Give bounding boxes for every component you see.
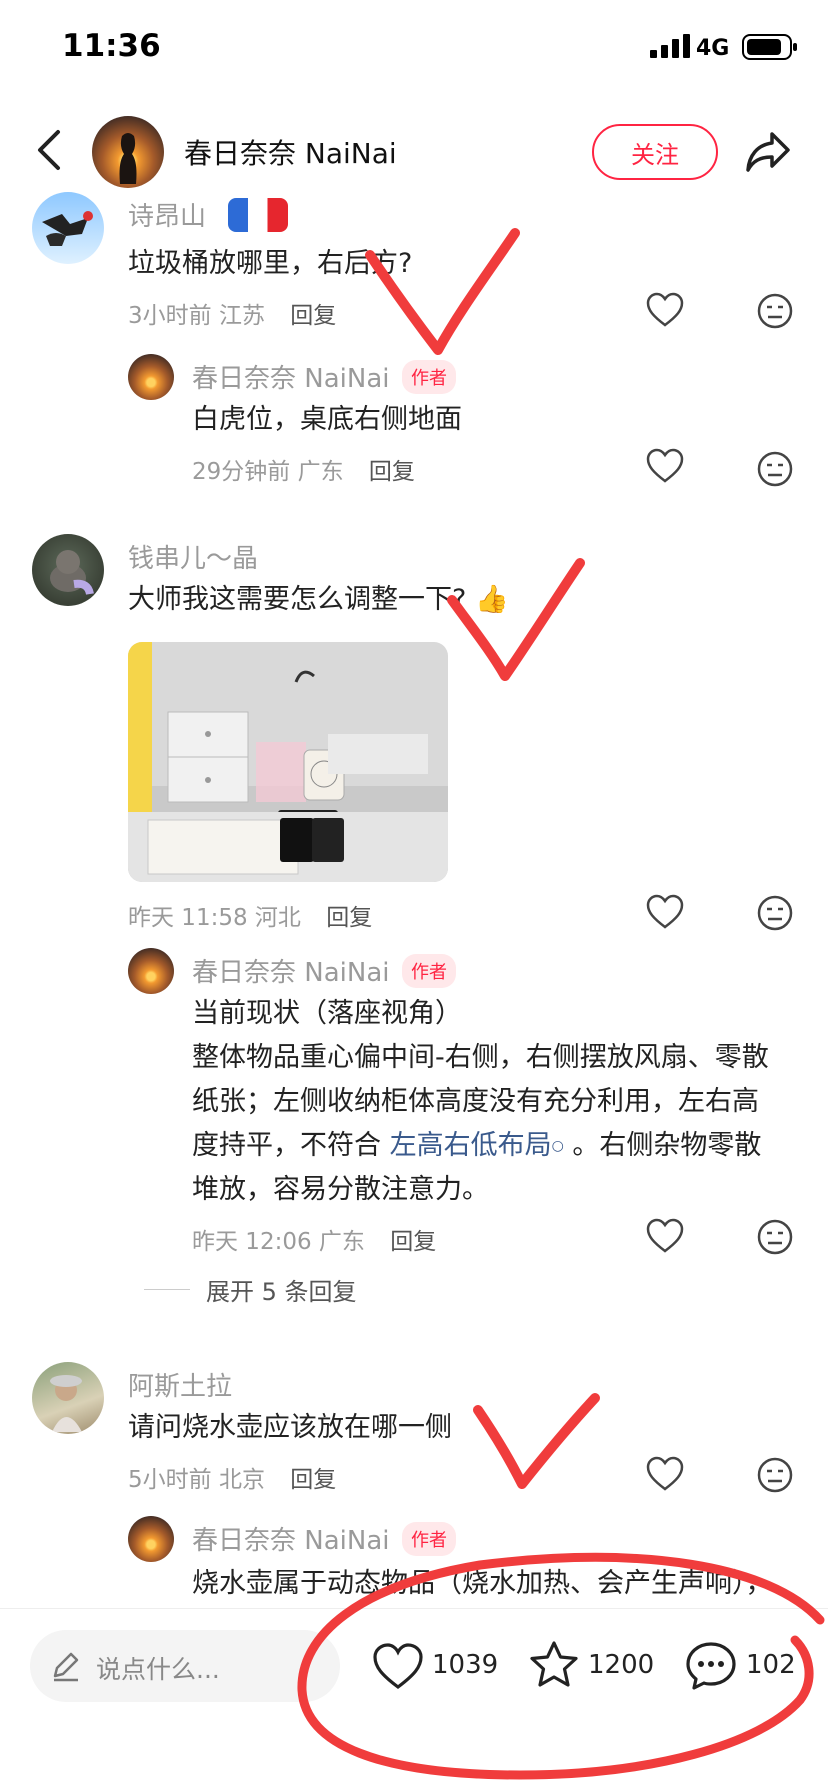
author-avatar-small[interactable] (128, 1516, 174, 1562)
reply-time: 昨天 12:06 (192, 1229, 312, 1255)
pencil-icon (53, 1652, 79, 1682)
user-flag-badge (228, 198, 288, 232)
comment-time: 昨天 11:58 (128, 905, 248, 931)
reply-username[interactable]: 春日奈奈 NaiNai (192, 358, 389, 395)
divider (144, 1289, 190, 1290)
dislike-icon[interactable] (756, 1218, 794, 1256)
comment-time: 5小时前 (128, 1467, 212, 1493)
commenter-avatar[interactable] (32, 534, 104, 606)
author-badge: 作者 (402, 360, 456, 394)
comment-time: 3小时前 (128, 303, 212, 329)
author-avatar-small[interactable] (128, 948, 174, 994)
author-avatar-small[interactable] (128, 354, 174, 400)
comment-count[interactable]: 102 (746, 1650, 796, 1680)
author-badge: 作者 (402, 954, 456, 988)
reply-text-line: 纸张；左侧收纳柜体高度没有充分利用，左右高 (192, 1086, 759, 1117)
star-icon[interactable] (528, 1640, 580, 1690)
comment-location: 北京 (218, 1467, 265, 1493)
reply-location: 广东 (318, 1229, 365, 1255)
reply-button[interactable]: 回复 (390, 1229, 436, 1255)
like-count[interactable]: 1039 (432, 1650, 498, 1680)
dislike-icon[interactable] (756, 1456, 794, 1494)
dislike-icon[interactable] (756, 292, 794, 330)
reply-text: 烧水壶属于动态物品（烧水加热、会产生声响）， (192, 1568, 773, 1599)
author-name[interactable]: 春日奈奈 NaiNai (184, 132, 397, 172)
reply-text-line: 堆放，容易分散注意力。 (192, 1174, 489, 1205)
comment-text-body: 大师我这需要怎么调整一下? (128, 584, 467, 615)
search-link[interactable]: 左高右低布局 (390, 1130, 552, 1161)
comment-input-placeholder[interactable]: 说点什么... (96, 1650, 220, 1686)
reply-text-line: 度持平，不符合 左高右低布局○ 。右侧杂物零散 (192, 1124, 761, 1168)
author-avatar[interactable] (92, 116, 164, 188)
like-icon[interactable] (646, 292, 684, 328)
collect-count[interactable]: 1200 (588, 1650, 654, 1680)
reply-text-line: 整体物品重心偏中间-右侧，右侧摆放风扇、零散 (192, 1042, 769, 1073)
reply-text-line: 当前现状（落座视角） (192, 998, 462, 1029)
comment-meta: 5小时前 北京 回复 (128, 1460, 336, 1494)
emoji: 👍 (474, 584, 509, 615)
reply-text: 白虎位，桌底右侧地面 (192, 404, 462, 435)
comment-meta: 昨天 11:58 河北 回复 (128, 898, 372, 932)
like-icon[interactable] (372, 1642, 424, 1690)
reply-username[interactable]: 春日奈奈 NaiNai (192, 1520, 389, 1557)
share-icon[interactable] (744, 128, 792, 174)
commenter-avatar[interactable] (32, 1362, 104, 1434)
comment-username[interactable]: 诗昂山 (128, 196, 206, 233)
reply-button[interactable]: 回复 (326, 905, 372, 931)
reply-meta: 29分钟前 广东 回复 (192, 452, 415, 486)
like-icon[interactable] (646, 1218, 684, 1254)
comment-text: 垃圾桶放哪里，右后方? (128, 248, 413, 279)
like-icon[interactable] (646, 894, 684, 930)
reply-button[interactable]: 回复 (369, 459, 415, 485)
dislike-icon[interactable] (756, 450, 794, 488)
reply-time: 29分钟前 (192, 459, 291, 485)
search-link-icon[interactable]: ○ (552, 1138, 564, 1154)
back-icon[interactable] (34, 128, 64, 172)
comment-username[interactable]: 钱串儿～晶 (128, 538, 258, 575)
comment-image[interactable] (128, 642, 448, 882)
reply-meta: 昨天 12:06 广东 回复 (192, 1222, 436, 1256)
author-badge: 作者 (402, 1522, 456, 1556)
battery-icon (742, 34, 797, 60)
reply-button[interactable]: 回复 (290, 1467, 336, 1493)
commenter-avatar[interactable] (32, 192, 104, 264)
like-icon[interactable] (646, 1456, 684, 1492)
comment-username[interactable]: 阿斯土拉 (128, 1366, 232, 1403)
reply-button[interactable]: 回复 (290, 303, 336, 329)
network-label: 4G (696, 36, 730, 61)
comment-bubble-icon[interactable] (684, 1640, 738, 1692)
annotation-checkmark (473, 1393, 600, 1489)
comment-location: 河北 (254, 905, 301, 931)
comment-meta: 3小时前 江苏 回复 (128, 296, 336, 330)
comment-text: 请问烧水壶应该放在哪一侧 (128, 1412, 452, 1443)
expand-replies-button[interactable]: 展开 5 条回复 (206, 1272, 357, 1307)
reply-username[interactable]: 春日奈奈 NaiNai (192, 952, 389, 989)
like-icon[interactable] (646, 448, 684, 484)
reply-location: 广东 (297, 459, 344, 485)
signal-icon (650, 34, 690, 58)
comment-location: 江苏 (218, 303, 265, 329)
reply-text-part: 度持平，不符合 (192, 1130, 381, 1161)
reply-text-part: 。右侧杂物零散 (572, 1130, 762, 1161)
comment-text: 大师我这需要怎么调整一下? 👍 (128, 578, 509, 622)
dislike-icon[interactable] (756, 894, 794, 932)
status-time: 11:36 (62, 28, 161, 64)
follow-button[interactable]: 关注 (592, 124, 718, 180)
